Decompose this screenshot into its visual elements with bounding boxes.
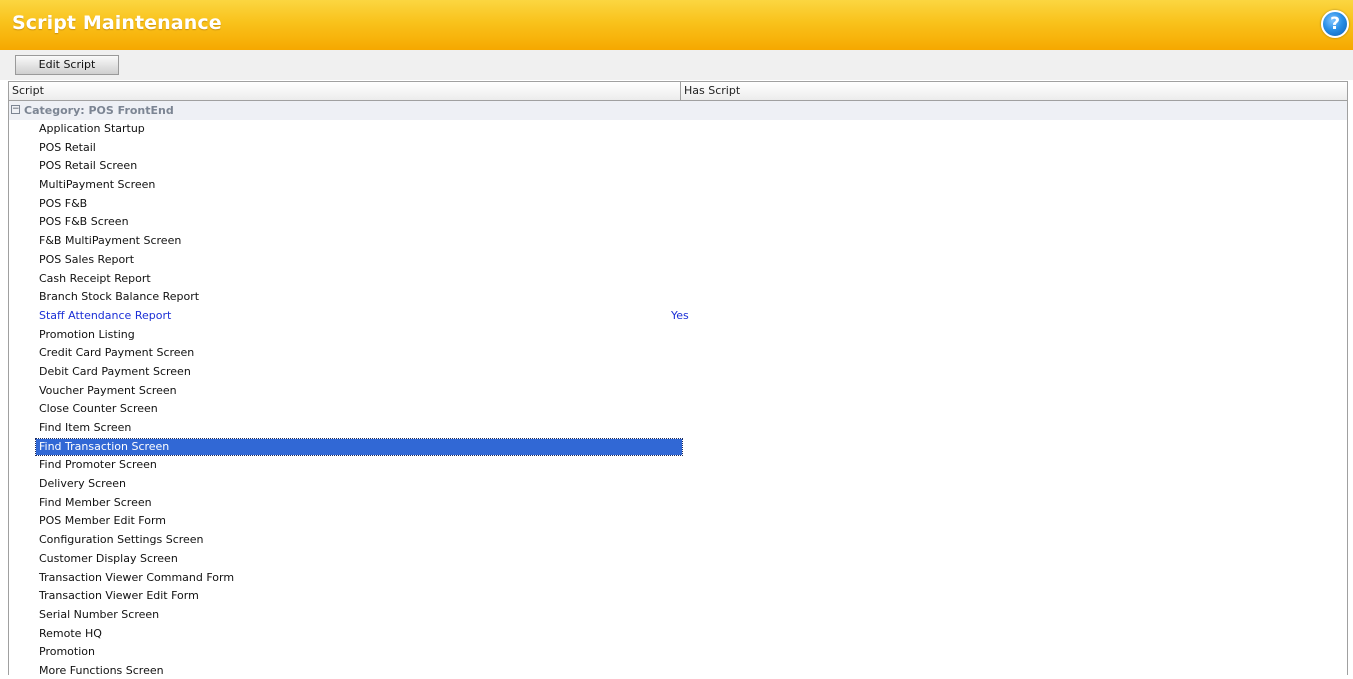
script-name-cell: Voucher Payment Screen [39,383,177,397]
script-name-cell: POS Sales Report [39,252,135,266]
table-row[interactable]: Find Promoter Screen [9,456,1347,475]
script-name-cell: Branch Stock Balance Report [39,290,200,304]
script-name-cell: Find Transaction Screen [39,439,170,453]
table-row[interactable]: Close Counter Screen [9,400,1347,419]
script-name-cell: Configuration Settings Screen [39,533,204,547]
column-header-script[interactable]: Script [9,82,681,100]
script-name-cell: Find Member Screen [39,495,152,509]
table-row[interactable]: Find Transaction Screen [9,437,1347,457]
table-row[interactable]: POS F&B Screen [9,213,1347,232]
table-row[interactable]: POS Sales Report [9,251,1347,270]
script-name-cell: Application Startup [39,122,145,135]
edit-script-button[interactable]: Edit Script [15,55,119,75]
table-row[interactable]: POS Member Edit Form [9,512,1347,531]
script-name-cell: POS Member Edit Form [39,514,167,528]
grid-header: Script Has Script [9,81,1347,101]
script-name-cell: F&B MultiPayment Screen [39,234,182,248]
table-row[interactable]: Serial Number Screen [9,606,1347,625]
table-row[interactable]: Configuration Settings Screen [9,531,1347,550]
script-rows: Application Startup POS Retail POS Retail … [9,120,1347,679]
table-row[interactable]: Application Startup [9,120,1347,139]
script-name-cell: Promotion [39,645,95,659]
table-row[interactable]: Credit Card Payment Screen [9,344,1347,363]
script-name-cell: Remote HQ [39,626,102,640]
column-header-has-script[interactable]: Has Script [681,82,1347,100]
script-name-cell: Debit Card Payment Screen [39,364,191,378]
table-row[interactable]: Transaction Viewer Edit Form [9,587,1347,606]
table-row[interactable]: POS Retail Screen [9,157,1347,176]
script-name-cell: POS Retail [39,140,96,154]
group-label: Category: POS FrontEnd [24,104,174,117]
window-title: Script Maintenance [12,12,222,34]
script-name-cell: Transaction Viewer Edit Form [39,589,199,603]
script-name-cell: Delivery Screen [39,477,126,491]
table-row[interactable]: Cash Receipt Report [9,270,1347,289]
script-name-cell: Find Item Screen [39,421,132,434]
script-name-cell: Serial Number Screen [39,607,160,621]
table-row[interactable]: Transaction Viewer Command Form [9,569,1347,588]
table-row[interactable]: Staff Attendance Report Yes [9,307,1347,326]
table-row[interactable]: Customer Display Screen [9,550,1347,569]
table-row[interactable]: Find Item Screen [9,419,1347,438]
table-row[interactable]: MultiPayment Screen [9,176,1347,195]
has-script-cell: Yes [671,308,689,322]
script-name-cell: POS F&B Screen [39,215,129,229]
group-row-pos-frontend[interactable]: − Category: POS FrontEnd [9,101,1347,120]
script-name-cell: POS Retail Screen [39,159,138,173]
table-row[interactable]: Delivery Screen [9,475,1347,494]
script-name-cell: MultiPayment Screen [39,178,156,192]
script-name-cell: Find Promoter Screen [39,458,157,472]
script-name-cell: Staff Attendance Report [39,308,172,322]
script-name-cell: Close Counter Screen [39,402,158,416]
table-row[interactable]: Branch Stock Balance Report [9,288,1347,307]
title-bar: Script Maintenance ? [0,0,1353,50]
table-row[interactable]: POS F&B [9,195,1347,214]
table-row[interactable]: Promotion [9,643,1347,662]
table-row[interactable]: Debit Card Payment Screen [9,363,1347,382]
table-row[interactable]: Remote HQ [9,625,1347,644]
script-name-cell: Credit Card Payment Screen [39,346,195,360]
table-row[interactable]: F&B MultiPayment Screen [9,232,1347,251]
script-name-cell: Cash Receipt Report [39,271,151,285]
table-row[interactable]: Voucher Payment Screen [9,382,1347,401]
script-name-cell: Customer Display Screen [39,551,178,565]
script-name-cell: POS F&B [39,196,88,210]
script-name-cell: Promotion Listing [39,327,135,341]
table-row[interactable]: Find Member Screen [9,494,1347,513]
collapse-icon[interactable]: − [11,105,20,114]
table-row[interactable]: Promotion Listing [9,326,1347,345]
table-row[interactable]: POS Retail [9,139,1347,158]
bottom-edge [0,675,1353,679]
script-name-cell: Transaction Viewer Command Form [39,570,235,584]
toolbar: Edit Script [0,50,1353,80]
help-icon[interactable]: ? [1321,10,1349,38]
script-grid: Script Has Script − Category: POS FrontE… [8,81,1348,679]
